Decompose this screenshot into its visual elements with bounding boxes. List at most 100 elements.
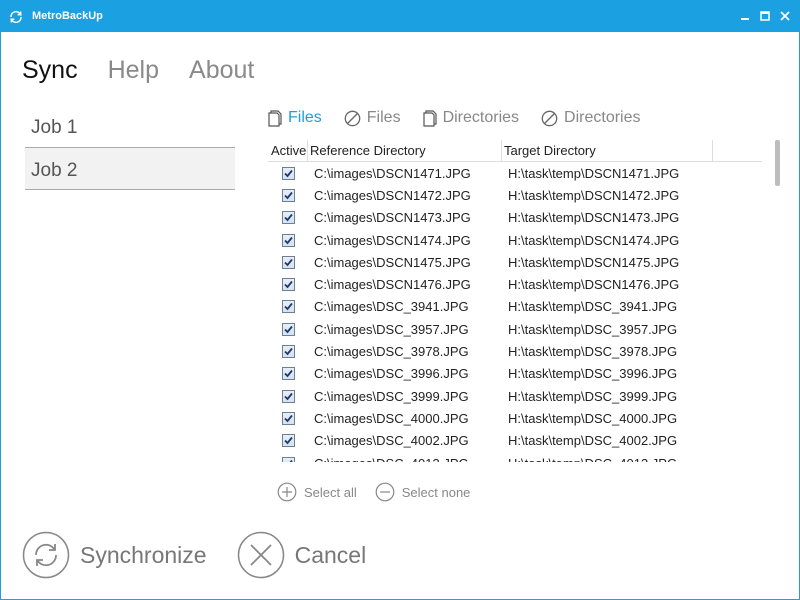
active-checkbox[interactable] bbox=[281, 300, 295, 314]
target-cell: H:\task\temp\DSCN1475.JPG bbox=[508, 254, 680, 270]
action-bar: Synchronize Cancel bbox=[22, 531, 366, 579]
active-checkbox[interactable] bbox=[281, 166, 295, 180]
active-checkbox[interactable] bbox=[281, 411, 295, 425]
column-header-active[interactable]: Active bbox=[268, 140, 308, 161]
blocked-icon bbox=[344, 110, 361, 126]
target-cell: H:\task\temp\DSCN1471.JPG bbox=[508, 165, 680, 181]
reference-cell: C:\images\DSCN1476.JPG bbox=[314, 277, 471, 293]
table-row[interactable]: C:\images\DSC_3996.JPG H:\task\temp\DSC_3… bbox=[268, 363, 762, 385]
select-none-label: Select none bbox=[401, 484, 471, 500]
sync-icon bbox=[10, 10, 22, 24]
active-checkbox[interactable] bbox=[281, 233, 295, 247]
table-row[interactable]: C:\images\DSCN1474.JPG H:\task\temp\DSCN1… bbox=[268, 229, 762, 251]
checkmark-icon bbox=[283, 169, 293, 177]
title-bar: MetroBackUp bbox=[1, 1, 799, 32]
main-menu: Sync Help About bbox=[22, 56, 254, 85]
table-row[interactable]: C:\images\DSCN1475.JPG H:\task\temp\DSCN1… bbox=[268, 251, 762, 273]
target-cell: H:\task\temp\DSCN1476.JPG bbox=[508, 277, 680, 293]
cancel-button[interactable]: Cancel bbox=[237, 531, 367, 579]
active-checkbox[interactable] bbox=[281, 255, 295, 269]
checkmark-icon bbox=[283, 214, 293, 222]
active-checkbox[interactable] bbox=[281, 322, 295, 336]
active-cell bbox=[268, 188, 308, 202]
reference-cell: C:\images\DSC_3957.JPG bbox=[314, 321, 469, 337]
table-row[interactable]: C:\images\DSCN1476.JPG H:\task\temp\DSCN1… bbox=[268, 273, 762, 295]
close-icon bbox=[780, 11, 790, 21]
checkmark-icon bbox=[283, 281, 293, 289]
active-cell bbox=[268, 166, 308, 180]
active-cell bbox=[268, 411, 308, 425]
column-header-target[interactable]: Target Directory bbox=[502, 140, 713, 161]
tab-label: Directories bbox=[442, 109, 520, 126]
table-row[interactable]: C:\images\DSC_3957.JPG H:\task\temp\DSC_3… bbox=[268, 318, 762, 340]
reference-cell: C:\images\DSC_4000.JPG bbox=[314, 410, 469, 426]
job-item-1[interactable]: Job 1 bbox=[25, 109, 235, 148]
tab-label: Files bbox=[366, 109, 401, 126]
checkmark-icon bbox=[283, 392, 293, 400]
table-row[interactable]: C:\images\DSC_3941.JPG H:\task\temp\DSC_3… bbox=[268, 296, 762, 318]
active-cell bbox=[268, 345, 308, 359]
menu-item-sync[interactable]: Sync bbox=[22, 56, 78, 85]
checkmark-icon bbox=[283, 370, 293, 378]
reference-cell: C:\images\DSC_3978.JPG bbox=[314, 344, 469, 360]
table-body: C:\images\DSCN1471.JPG H:\task\temp\DSCN1… bbox=[268, 162, 762, 462]
table-row[interactable]: C:\images\DSC_3978.JPG H:\task\temp\DSC_3… bbox=[268, 340, 762, 362]
column-header-reference[interactable]: Reference Directory bbox=[308, 140, 502, 161]
active-checkbox[interactable] bbox=[281, 345, 295, 359]
cancel-label: Cancel bbox=[294, 541, 367, 568]
active-checkbox[interactable] bbox=[281, 434, 295, 448]
reference-cell: C:\images\DSCN1475.JPG bbox=[314, 254, 471, 270]
reference-cell: C:\images\DSC_3941.JPG bbox=[314, 299, 469, 315]
tab-exclude-files[interactable]: Files bbox=[344, 109, 401, 127]
checkmark-icon bbox=[283, 303, 293, 311]
target-cell: H:\task\temp\DSCN1474.JPG bbox=[508, 232, 680, 248]
tab-exclude-directories[interactable]: Directories bbox=[541, 109, 641, 127]
checkmark-icon bbox=[288, 459, 293, 462]
reference-cell: C:\images\DSC_3996.JPG bbox=[314, 366, 469, 382]
active-checkbox[interactable] bbox=[281, 367, 295, 381]
table-row[interactable]: C:\images\DSCN1471.JPG H:\task\temp\DSCN1… bbox=[268, 162, 762, 184]
table-row[interactable]: C:\images\DSCN1473.JPG H:\task\temp\DSCN1… bbox=[268, 207, 762, 229]
reference-cell: C:\images\DSCN1474.JPG bbox=[314, 232, 471, 248]
active-checkbox[interactable] bbox=[281, 389, 295, 403]
active-cell bbox=[268, 211, 308, 225]
target-cell: H:\task\temp\DSC_3999.JPG bbox=[508, 388, 678, 404]
checkmark-icon bbox=[283, 437, 293, 445]
job-item-2[interactable]: Job 2 bbox=[25, 148, 235, 190]
checkmark-icon bbox=[283, 191, 293, 200]
checkmark-icon bbox=[283, 236, 293, 244]
close-button[interactable] bbox=[775, 6, 795, 26]
active-checkbox[interactable] bbox=[281, 188, 295, 202]
target-cell: H:\task\temp\DSC_4002.JPG bbox=[508, 433, 678, 449]
checkmark-icon bbox=[283, 414, 293, 423]
menu-item-about[interactable]: About bbox=[189, 56, 254, 85]
menu-item-help[interactable]: Help bbox=[108, 56, 159, 85]
active-checkbox[interactable] bbox=[281, 456, 295, 462]
table-row[interactable]: C:\images\DSC_4000.JPG H:\task\temp\DSC_4… bbox=[268, 407, 762, 429]
table-scrollbar[interactable] bbox=[775, 140, 780, 186]
minimize-button[interactable] bbox=[735, 6, 755, 26]
filter-tabs: Files Files Directories Directories bbox=[268, 109, 641, 127]
maximize-button[interactable] bbox=[755, 6, 775, 26]
table-row[interactable]: C:\images\DSC_4002.JPG H:\task\temp\DSC_4… bbox=[268, 430, 762, 452]
tab-include-directories[interactable]: Directories bbox=[422, 109, 520, 127]
table-row[interactable]: C:\images\DSC_3999.JPG H:\task\temp\DSC_3… bbox=[268, 385, 762, 407]
reference-cell: C:\images\DSC_4002.JPG bbox=[314, 433, 469, 449]
reference-cell: C:\images\DSCN1473.JPG bbox=[314, 210, 471, 226]
select-all-button[interactable]: Select all bbox=[277, 482, 357, 502]
app-window: MetroBackUp Sync Help About Job 1 Job 2 bbox=[0, 0, 800, 600]
plus-circle-icon bbox=[277, 482, 297, 502]
synchronize-button[interactable]: Synchronize bbox=[22, 531, 207, 579]
target-cell: H:\task\temp\DSC_3941.JPG bbox=[508, 299, 678, 315]
table-row[interactable]: C:\images\DSC_4013.JPGH:\task\temp\DSC_4… bbox=[268, 452, 762, 462]
table-row[interactable]: C:\images\DSCN1472.JPG H:\task\temp\DSCN1… bbox=[268, 184, 762, 206]
select-none-button[interactable]: Select none bbox=[375, 482, 471, 502]
sync-circle-icon bbox=[22, 531, 70, 579]
active-checkbox[interactable] bbox=[281, 278, 295, 292]
active-cell bbox=[268, 233, 308, 247]
tab-include-files[interactable]: Files bbox=[268, 109, 322, 127]
active-checkbox[interactable] bbox=[281, 211, 295, 225]
reference-cell: C:\images\DSC_4013.JPG bbox=[308, 456, 502, 463]
tab-label: Files bbox=[288, 109, 322, 126]
minimize-icon bbox=[741, 18, 749, 20]
